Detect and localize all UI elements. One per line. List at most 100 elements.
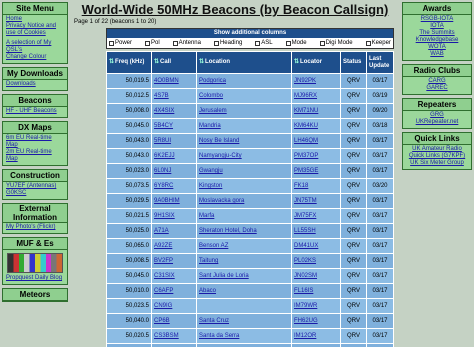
summits-link[interactable]: The Summits Knowledgebase (406, 30, 468, 44)
g0ksc-link[interactable]: G0KSC (6, 190, 64, 197)
locator-link[interactable]: IM79WR (292, 299, 340, 313)
wab-link[interactable]: WAB (406, 51, 468, 58)
flickr-link[interactable]: My Photo's (Flickr) (6, 224, 64, 231)
callsign-link[interactable]: 6L0NJ (152, 164, 196, 178)
callsign-link[interactable]: 9A0BHIM (152, 194, 196, 208)
muf-map-image[interactable] (7, 253, 63, 273)
locator-link[interactable]: JM75FX (292, 209, 340, 223)
location-link[interactable]: Benson AZ (197, 239, 291, 253)
hf-uhf-beacons-link[interactable]: HF - UHF Beacons (6, 108, 64, 115)
callsign-link[interactable]: 4O0BMN (152, 74, 196, 88)
keeper-option[interactable]: Keeper (365, 39, 391, 47)
location-link[interactable]: Abaco (197, 284, 291, 298)
location-link[interactable]: Namyangju-City (197, 149, 291, 163)
callsign-link[interactable]: C31SIX (152, 269, 196, 283)
location-link[interactable]: Mandria (197, 119, 291, 133)
uk-quick-links-link[interactable]: UK Amateur Radio Quick Links (G7KPF) (406, 146, 468, 160)
propquest-link[interactable]: Propquest Daily Blog (6, 275, 64, 282)
heading-option[interactable]: Heading (213, 39, 242, 47)
locator-link[interactable]: DM41UX (292, 239, 340, 253)
callsign-link[interactable]: 5R8UI (152, 134, 196, 148)
callsign-link[interactable]: 4X4SIX (152, 104, 196, 118)
wota-link[interactable]: WOTA (406, 44, 468, 51)
locator-link[interactable]: PM35GE (292, 164, 340, 178)
callsign-link[interactable]: A71A (152, 224, 196, 238)
locator-link[interactable]: KM64KU (292, 119, 340, 133)
location-link[interactable]: Santa da Serra (197, 329, 291, 343)
callsign-link[interactable]: BV2FP (152, 254, 196, 268)
locator-link[interactable]: FK18 (292, 179, 340, 193)
callsign-link[interactable]: CN9IG (152, 299, 196, 313)
locator-link[interactable]: JN92PK (292, 74, 340, 88)
antenna-checkbox[interactable] (172, 40, 178, 46)
mode-checkbox[interactable] (285, 40, 291, 46)
digi-mode-option[interactable]: Digi Mode (319, 39, 353, 47)
privacy-link[interactable]: Privacy Notice and use of Cookies (6, 23, 64, 37)
qsl-link[interactable]: A selection of My QSL's (6, 40, 64, 54)
asl-option[interactable]: ASL (255, 39, 273, 47)
locator-link[interactable]: PL02KS (292, 254, 340, 268)
call-header[interactable]: ⇅Call (152, 52, 196, 73)
callsign-link[interactable]: 6Y8RC (152, 179, 196, 193)
downloads-link[interactable]: Downloads (6, 81, 64, 88)
callsign-link[interactable]: 4S7B (152, 89, 196, 103)
location-link[interactable]: Nosy Be Island (197, 134, 291, 148)
yu7ef-link[interactable]: YU7EF (Antennas) (6, 183, 64, 190)
locator-link[interactable]: JN02SM (292, 269, 340, 283)
sort-icon[interactable]: ⇅ (294, 59, 299, 65)
change-colour-link[interactable]: Change Colour (6, 54, 64, 61)
freq-header[interactable]: ⇅Freq (kHz) (107, 52, 151, 73)
grg-link[interactable]: GRG (406, 112, 468, 119)
locator-link[interactable]: FL16IS (292, 284, 340, 298)
callsign-link[interactable]: A92ZE (152, 239, 196, 253)
location-link[interactable]: Sant Julia de Loria (197, 269, 291, 283)
rsgb-iota-link[interactable]: RSGB-IOTA (406, 16, 468, 23)
mode-option[interactable]: Mode (285, 39, 307, 47)
status-header[interactable]: Status (341, 52, 366, 73)
asl-checkbox[interactable] (255, 40, 261, 46)
carg-link[interactable]: CARG (406, 78, 468, 85)
uk-six-meter-link[interactable]: UK Six Meter Group (406, 160, 468, 167)
garec-link[interactable]: GAREC (406, 85, 468, 92)
location-link[interactable]: Taitung (197, 254, 291, 268)
callsign-link[interactable]: CP6B (152, 314, 196, 328)
location-link[interactable]: Colombo (197, 89, 291, 103)
keeper-checkbox[interactable] (365, 40, 371, 46)
locator-link[interactable]: PM37OP (292, 149, 340, 163)
location-link[interactable]: Moslavacka gora (197, 194, 291, 208)
location-link[interactable]: Gwangju (197, 164, 291, 178)
antenna-option[interactable]: Antenna (172, 39, 201, 47)
power-checkbox[interactable] (109, 40, 114, 46)
sort-icon[interactable]: ⇅ (109, 59, 114, 65)
sort-icon[interactable]: ⇅ (199, 59, 204, 65)
sort-icon[interactable]: ⇅ (154, 59, 159, 65)
callsign-link[interactable]: CS3BSM (152, 329, 196, 343)
locator-link[interactable]: LH46QM (292, 134, 340, 148)
pol-option[interactable]: Pol (144, 39, 160, 47)
2m-map-link[interactable]: 2m EU Real-time Map (6, 149, 64, 163)
digi-mode-checkbox[interactable] (319, 40, 325, 46)
location-link[interactable]: Kingston (197, 179, 291, 193)
locator-link[interactable]: JN75TM (292, 194, 340, 208)
location-header[interactable]: ⇅Location (197, 52, 291, 73)
heading-checkbox[interactable] (213, 40, 219, 46)
location-link[interactable]: Podgorica (197, 74, 291, 88)
home-link[interactable]: Home (6, 16, 64, 23)
locator-link[interactable]: FH62UG (292, 314, 340, 328)
locator-link[interactable]: MJ96RX (292, 89, 340, 103)
power-option[interactable]: Power (109, 39, 132, 47)
location-link[interactable]: Sheraton Hotel, Doha (197, 224, 291, 238)
locator-link[interactable]: LL55SH (292, 224, 340, 238)
iota-link[interactable]: IOTA (406, 23, 468, 30)
location-link[interactable] (197, 299, 291, 313)
last-update-header[interactable]: Last Update (367, 52, 393, 73)
location-link[interactable]: Marfa (197, 209, 291, 223)
location-link[interactable]: Jerusalem (197, 104, 291, 118)
callsign-link[interactable]: 9H1SIX (152, 209, 196, 223)
location-link[interactable]: Santa Cruz (197, 314, 291, 328)
locator-link[interactable]: KM71NU (292, 104, 340, 118)
callsign-link[interactable]: C6AFP (152, 284, 196, 298)
locator-link[interactable]: IM12OR (292, 329, 340, 343)
pol-checkbox[interactable] (144, 40, 150, 46)
locator-header[interactable]: ⇅Locator (292, 52, 340, 73)
